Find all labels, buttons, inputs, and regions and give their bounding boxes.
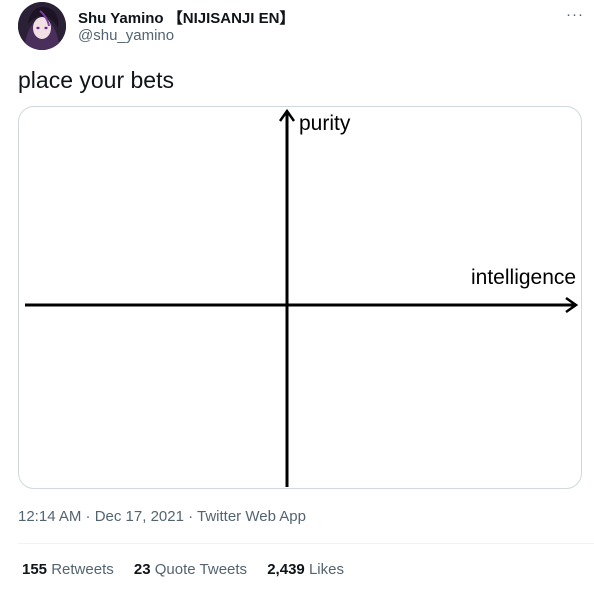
quote-tweets-stat[interactable]: 23 Quote Tweets xyxy=(134,561,247,578)
divider xyxy=(18,543,594,544)
tweet-text: place your bets xyxy=(18,67,174,93)
tweet-image[interactable]: purity intelligence xyxy=(18,106,582,489)
author-handle[interactable]: @shu_yamino xyxy=(78,27,174,44)
tweet-timestamp[interactable]: 12:14 AM · Dec 17, 2021 · Twitter Web Ap… xyxy=(18,508,306,525)
profile-avatar-icon xyxy=(18,2,66,50)
author-display-name[interactable]: Shu Yamino 【NIJISANJI EN】 xyxy=(78,7,294,28)
more-options-icon[interactable]: ··· xyxy=(566,6,584,23)
retweets-count: 155 xyxy=(22,561,48,578)
likes-label: Likes xyxy=(308,561,344,578)
quotes-count: 23 xyxy=(133,561,151,578)
likes-stat[interactable]: 2,439 Likes xyxy=(267,561,344,578)
retweets-label: Retweets xyxy=(51,561,114,578)
x-axis-label: intelligence xyxy=(471,266,577,289)
avatar[interactable] xyxy=(18,2,66,50)
y-axis-label: purity xyxy=(299,112,351,135)
axes-drawing xyxy=(25,108,579,487)
retweets-stat[interactable]: 155 Retweets xyxy=(22,561,114,578)
engagement-stats: 155 Retweets 23 Quote Tweets 2,439 Likes xyxy=(22,561,360,578)
likes-count: 2,439 xyxy=(267,561,305,578)
quotes-label: Quote Tweets xyxy=(154,561,248,578)
